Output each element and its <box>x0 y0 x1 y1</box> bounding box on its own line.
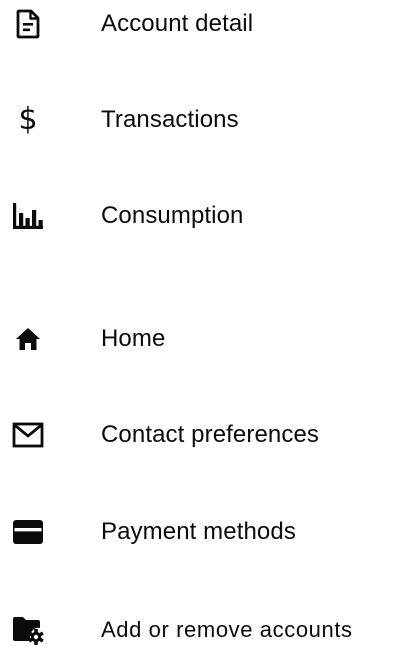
menu-item-label: Transactions <box>101 106 239 133</box>
dollar-icon: $ <box>18 102 38 137</box>
menu-item-label: Home <box>101 325 166 352</box>
menu-item-label: Account detail <box>101 10 254 37</box>
credit-card-icon <box>6 510 50 554</box>
menu-item-account-detail[interactable]: Account detail <box>0 0 414 52</box>
menu-item-label: Consumption <box>101 202 244 229</box>
document-icon <box>6 2 50 46</box>
menu-item-label: Payment methods <box>101 518 296 545</box>
home-icon <box>6 317 50 361</box>
menu-item-payment-methods[interactable]: Payment methods <box>0 504 414 560</box>
menu-item-transactions[interactable]: $ Transactions <box>0 92 414 148</box>
navigation-menu: Account detail $ Transactions Consumptio… <box>0 0 414 652</box>
menu-item-contact-preferences[interactable]: Contact preferences <box>0 407 414 463</box>
menu-item-label: Add or remove accounts <box>101 617 353 642</box>
folder-settings-icon <box>6 608 50 652</box>
mail-icon <box>6 413 50 457</box>
bar-chart-icon <box>6 194 50 238</box>
menu-item-home[interactable]: Home <box>0 311 414 367</box>
menu-item-label: Contact preferences <box>101 421 320 448</box>
menu-item-consumption[interactable]: Consumption <box>0 188 414 244</box>
menu-item-add-remove-accounts[interactable]: Add or remove accounts <box>0 602 414 658</box>
